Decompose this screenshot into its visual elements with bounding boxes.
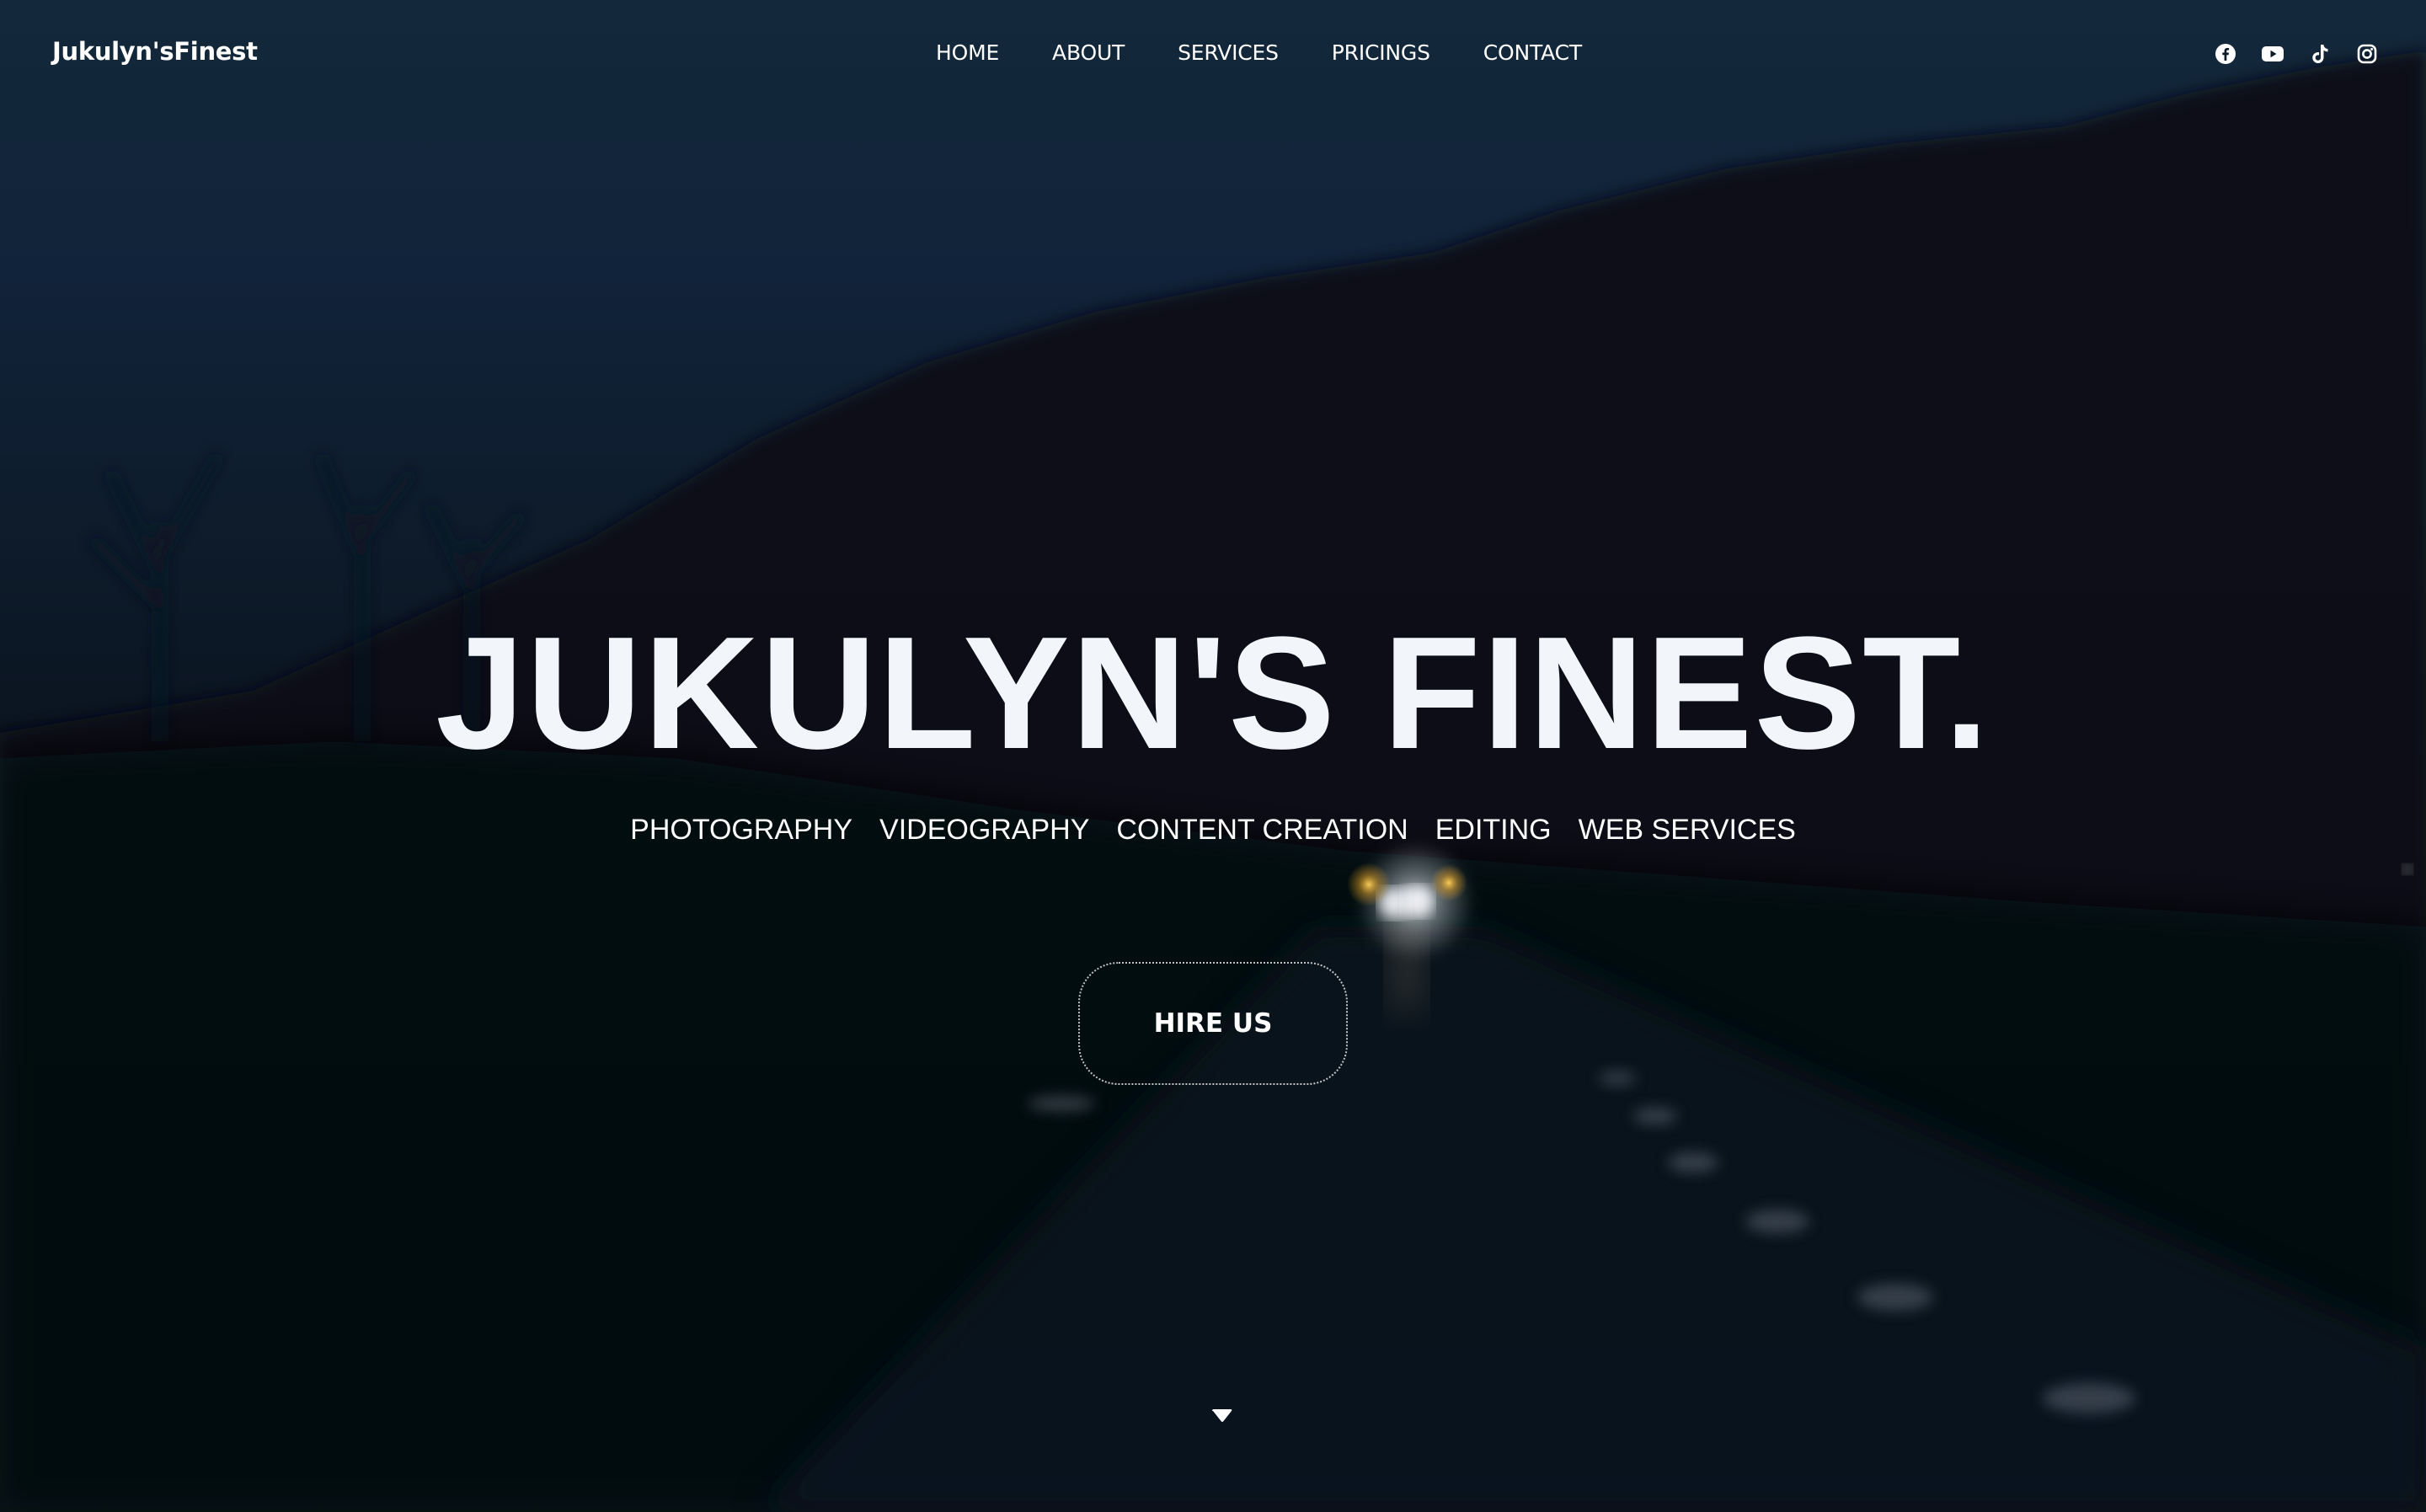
service-item-videography: VIDEOGRAPHY <box>879 814 1090 846</box>
youtube-icon[interactable] <box>2261 42 2284 66</box>
nav-item-about[interactable]: ABOUT <box>1052 40 1125 65</box>
hero-title: JUKULYN'S FINEST. <box>436 604 1990 783</box>
nav-item-pricings[interactable]: PRICINGS <box>1332 40 1430 65</box>
nav-item-contact[interactable]: CONTACT <box>1483 40 1582 65</box>
landing-page: Jukulyn'sFinest HOME ABOUT SERVICES PRIC… <box>0 0 2426 1512</box>
service-item-editing: EDITING <box>1435 814 1552 846</box>
site-logo[interactable]: Jukulyn'sFinest <box>52 37 258 66</box>
services-list: PHOTOGRAPHY VIDEOGRAPHY CONTENT CREATION… <box>0 814 2426 847</box>
main-nav: HOME ABOUT SERVICES PRICINGS CONTACT <box>936 40 1582 65</box>
caret-down-icon[interactable] <box>1211 1408 1233 1424</box>
service-item-content-creation: CONTENT CREATION <box>1116 814 1408 846</box>
social-links <box>2214 42 2379 66</box>
nav-item-home[interactable]: HOME <box>936 40 999 65</box>
nav-item-services[interactable]: SERVICES <box>1178 40 1279 65</box>
facebook-icon[interactable] <box>2214 42 2237 66</box>
site-header: Jukulyn'sFinest HOME ABOUT SERVICES PRIC… <box>0 0 2426 110</box>
tiktok-icon[interactable] <box>2308 42 2332 66</box>
instagram-icon[interactable] <box>2355 42 2379 66</box>
hire-us-button[interactable]: HIRE US <box>1078 962 1348 1085</box>
service-item-web-services: WEB SERVICES <box>1578 814 1796 846</box>
service-item-photography: PHOTOGRAPHY <box>630 814 853 846</box>
